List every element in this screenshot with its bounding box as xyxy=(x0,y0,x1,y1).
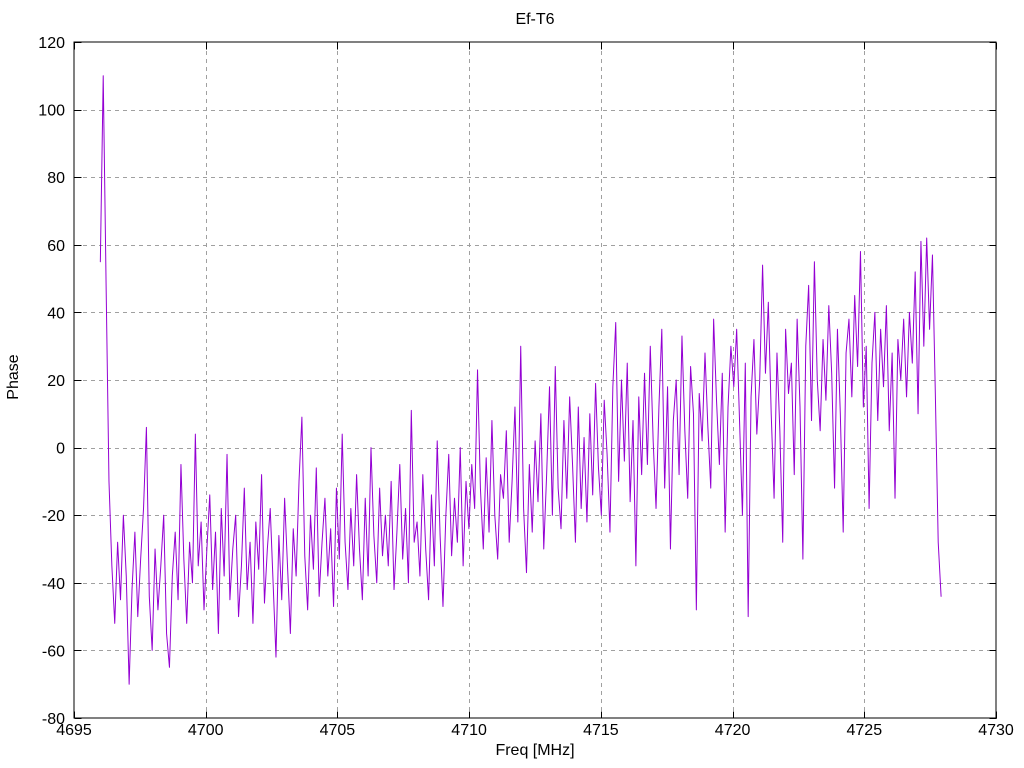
x-tick-label: 4710 xyxy=(451,722,487,739)
y-tick-label: 100 xyxy=(38,103,65,120)
x-tick-label: 4700 xyxy=(188,722,224,739)
chart-title: Ef-T6 xyxy=(515,11,555,28)
y-tick-label: -20 xyxy=(42,508,65,525)
x-tick-label: 4725 xyxy=(847,722,883,739)
x-tick-label: 4730 xyxy=(978,722,1014,739)
x-axis-label: Freq [MHz] xyxy=(495,742,575,759)
y-tick-label: 40 xyxy=(47,305,65,322)
y-tick-label: 20 xyxy=(47,373,65,390)
y-tick-label: 60 xyxy=(47,238,65,255)
y-tick-label: -40 xyxy=(42,576,65,593)
x-tick-label: 4720 xyxy=(715,722,751,739)
chart-page: Ef-T6 Phase Freq [MHz] 4695 4700 4705 4710 4… xyxy=(0,0,1024,768)
x-tick-label: 4705 xyxy=(320,722,356,739)
y-tick-label: 80 xyxy=(47,170,65,187)
y-tick-label: 0 xyxy=(56,441,65,458)
x-tick-label: 4715 xyxy=(583,722,619,739)
y-tick-label: -80 xyxy=(42,711,65,728)
y-tick-label: 120 xyxy=(38,35,65,52)
y-tick-label: -60 xyxy=(42,643,65,660)
phase-vs-freq-plot: 4695 4700 4705 4710 4715 4720 4725 4730-80-60-4… xyxy=(38,35,1014,739)
y-axis-label: Phase xyxy=(5,354,22,400)
